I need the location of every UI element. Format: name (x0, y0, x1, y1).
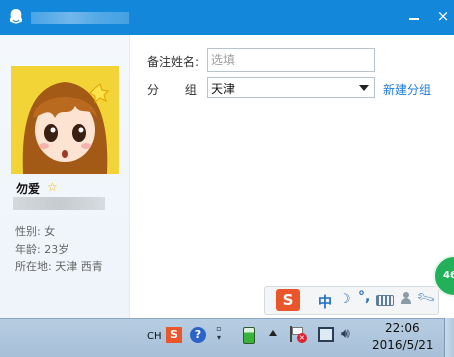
gender-text: 性别: 女 (15, 225, 56, 238)
ime-punctuation-button[interactable]: °, (358, 289, 370, 305)
dropdown-arrow-icon[interactable] (359, 85, 369, 91)
help-icon[interactable]: ? (190, 327, 206, 343)
language-indicator[interactable]: CH (147, 331, 162, 342)
group-select[interactable]: 天津 (207, 77, 375, 98)
profile-panel: 勿爱 ☆ 性别: 女 年龄: 23岁 所在地: 天津 西青 (0, 35, 130, 318)
ime-chinese-mode-button[interactable]: 中 (318, 292, 332, 312)
clock-date[interactable]: 2016/5/21 (372, 338, 434, 352)
star-icon: ☆ (47, 180, 58, 194)
title-bar: × (0, 0, 454, 35)
sogou-tray-icon[interactable]: S (166, 327, 182, 343)
show-hidden-icons-icon[interactable] (269, 330, 277, 336)
user-icon[interactable] (401, 292, 411, 305)
halfwidth-moon-icon[interactable]: ☽ (339, 292, 351, 307)
blurred-account-number (13, 197, 105, 210)
remark-name-input[interactable] (207, 48, 375, 72)
nickname: 勿爱 (16, 182, 41, 196)
clock-time[interactable]: 22:06 (385, 321, 420, 335)
remark-name-label: 备注姓名: (147, 55, 200, 69)
keyboard-icon[interactable] (376, 295, 394, 306)
close-button[interactable]: × (433, 6, 453, 26)
age-text: 年龄: 23岁 (15, 243, 70, 256)
action-center-flag-icon[interactable]: × (290, 326, 307, 343)
new-group-link[interactable]: 新建分组 (383, 81, 431, 98)
group-selected-value: 天津 (211, 82, 236, 96)
volume-icon[interactable]: 🔊︎ (341, 326, 350, 342)
location-text: 所在地: 天津 西青 (15, 260, 103, 273)
minimize-button[interactable] (405, 6, 425, 26)
avatar[interactable] (11, 66, 119, 174)
sogou-ime-icon[interactable]: S (276, 289, 300, 311)
blurred-window-title (31, 12, 129, 24)
show-desktop-button[interactable] (444, 318, 454, 357)
qq-logo-icon (9, 9, 23, 24)
minimize-icon (409, 18, 419, 20)
battery-icon[interactable] (243, 327, 255, 344)
ime-options-icon[interactable]: ▫ ▾ (214, 324, 224, 342)
network-icon[interactable] (318, 327, 334, 342)
